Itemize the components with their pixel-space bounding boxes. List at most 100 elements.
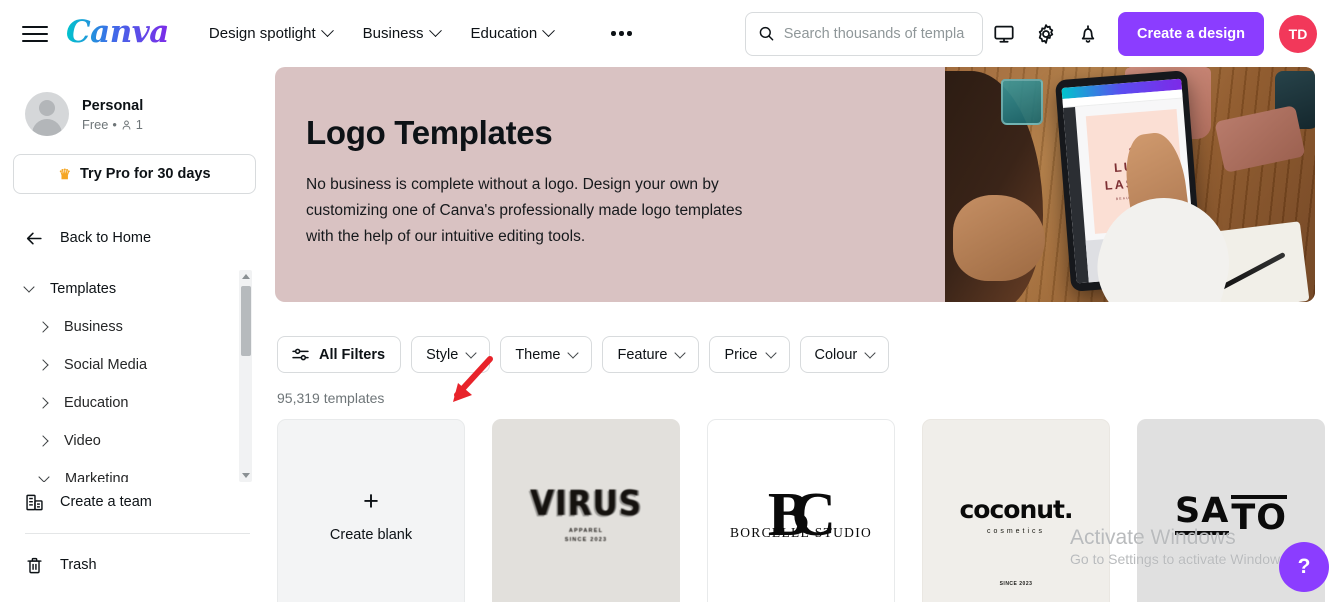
sidebar-item-trash[interactable]: Trash [16, 545, 259, 585]
help-button[interactable]: ? [1279, 542, 1329, 592]
template-card-coconut[interactable]: coconut. cosmetics SINCE 2023 [922, 419, 1110, 602]
chevron-down-icon [674, 346, 687, 359]
profile-section[interactable]: Personal Free • 1 [16, 67, 259, 136]
plan-label: Free [82, 117, 109, 132]
nav-item-design-spotlight[interactable]: Design spotlight [208, 24, 334, 42]
try-pro-button[interactable]: ♛ Try Pro for 30 days [13, 154, 256, 194]
all-filters-label: All Filters [319, 346, 386, 363]
template-logo-name: SA TO [1175, 493, 1287, 536]
create-blank-label: Create blank [329, 526, 413, 543]
create-a-design-button[interactable]: Create a design [1118, 11, 1264, 56]
avatar[interactable]: TD [1279, 14, 1317, 53]
profile-text: Personal Free • 1 [82, 96, 143, 132]
profile-avatar-icon [25, 92, 69, 136]
sliders-icon [292, 348, 309, 361]
filter-label: Colour [814, 346, 858, 363]
nav-label: Education [470, 25, 538, 42]
chevron-down-icon [38, 471, 50, 482]
sidebar-item-create-a-team[interactable]: Create a team [16, 482, 259, 522]
chevron-right-icon [37, 359, 49, 371]
scroll-down-arrow-icon[interactable] [239, 469, 252, 482]
ellipsis-icon[interactable] [611, 31, 632, 36]
chevron-down-icon [23, 281, 35, 293]
sidebar-item-templates[interactable]: Templates [16, 270, 229, 308]
canva-logo[interactable]: Canva [66, 14, 169, 53]
sidebar-item-back-to-home[interactable]: Back to Home [16, 218, 259, 258]
sidebar-item-social-media[interactable]: Social Media [16, 346, 229, 384]
filter-feature-dropdown[interactable]: Feature [602, 336, 700, 373]
meta-separator: • [112, 117, 117, 132]
chevron-right-icon [37, 397, 49, 409]
scrollbar-thumb[interactable] [240, 286, 251, 356]
tree-label: Social Media [64, 357, 148, 373]
back-home-label: Back to Home [60, 230, 152, 246]
hamburger-icon[interactable] [22, 21, 48, 47]
template-logo-name: coconut. [959, 495, 1073, 524]
nav-item-business[interactable]: Business [362, 24, 442, 42]
hero-description: No business is complete without a logo. … [306, 176, 743, 246]
filter-colour-dropdown[interactable]: Colour [799, 336, 890, 373]
template-card-virus[interactable]: VIRUS APPAREL SINCE 2023 [492, 419, 680, 602]
hero-banner: Logo Templates No business is complete w… [275, 67, 1315, 302]
search-box[interactable] [745, 11, 983, 56]
sidebar-item-business[interactable]: Business [16, 308, 229, 346]
bell-icon[interactable] [1067, 13, 1109, 55]
arrow-left-icon [26, 232, 42, 244]
scroll-up-arrow-icon[interactable] [239, 270, 252, 283]
try-pro-label: Try Pro for 30 days [80, 166, 211, 182]
crown-icon: ♛ [58, 165, 71, 182]
plus-icon: + [363, 485, 379, 516]
template-logo-sub2: SINCE 2023 [999, 580, 1033, 587]
tree-label: Video [64, 433, 101, 449]
filter-theme-dropdown[interactable]: Theme [500, 336, 593, 373]
template-logo-name: VIRUS [530, 483, 642, 524]
sidebar-divider [25, 533, 250, 534]
template-card-borcelle-studio[interactable]: BC BORCELLE STUDIO [707, 419, 895, 602]
filter-price-dropdown[interactable]: Price [709, 336, 790, 373]
tree-label: Templates [50, 281, 117, 297]
chevron-down-icon [320, 24, 334, 38]
profile-name: Personal [82, 97, 144, 114]
sidebar: Personal Free • 1 ♛ Try Pro for 30 days … [0, 67, 275, 602]
sidebar-item-video[interactable]: Video [16, 422, 229, 460]
hero-text-panel: Logo Templates No business is complete w… [275, 67, 945, 302]
template-grid: + Create blank VIRUS APPAREL SINCE 2023 … [275, 406, 1339, 602]
sato-part-1: SA [1175, 493, 1230, 536]
filter-label: Price [724, 346, 758, 363]
drinking-glass [1001, 79, 1043, 125]
trash-label: Trash [60, 557, 97, 573]
chevron-down-icon [567, 346, 580, 359]
nav-item-education[interactable]: Education [470, 24, 556, 42]
filter-label: Style [426, 346, 459, 363]
person-icon [122, 120, 131, 130]
sidebar-item-marketing[interactable]: Marketing [16, 460, 229, 482]
gear-icon[interactable] [1025, 13, 1067, 55]
nav-label: Business [362, 25, 424, 42]
tree-label: Education [64, 395, 129, 411]
create-team-label: Create a team [60, 494, 152, 510]
building-icon [26, 494, 43, 510]
nav-label: Design spotlight [208, 25, 316, 42]
display-icon[interactable] [983, 13, 1025, 55]
chevron-down-icon [764, 346, 777, 359]
search-icon [759, 26, 774, 41]
all-filters-button[interactable]: All Filters [277, 336, 402, 373]
top-header: Canva Design spotlight Business Educatio… [0, 0, 1339, 67]
header-right-group: Create a design TD [745, 11, 1317, 56]
filter-style-dropdown[interactable]: Style [411, 336, 491, 373]
filter-bar: All Filters Style Theme Feature Price Co… [275, 302, 1339, 373]
filter-label: Theme [515, 346, 561, 363]
primary-nav: Design spotlight Business Education [208, 24, 632, 42]
trash-icon [27, 557, 42, 573]
chevron-down-icon [428, 24, 442, 38]
template-card-create-blank[interactable]: + Create blank [277, 419, 465, 602]
sidebar-scrollbar[interactable] [239, 270, 252, 482]
chevron-right-icon [37, 321, 49, 333]
results-count: 95,319 templates [277, 390, 385, 406]
template-logo-name: BORCELLE STUDIO [729, 524, 873, 540]
search-input[interactable] [783, 25, 970, 42]
tree-label: Business [64, 319, 123, 335]
template-logo-sub1: APPAREL [568, 527, 604, 534]
chevron-down-icon [465, 346, 477, 359]
sidebar-item-education[interactable]: Education [16, 384, 229, 422]
